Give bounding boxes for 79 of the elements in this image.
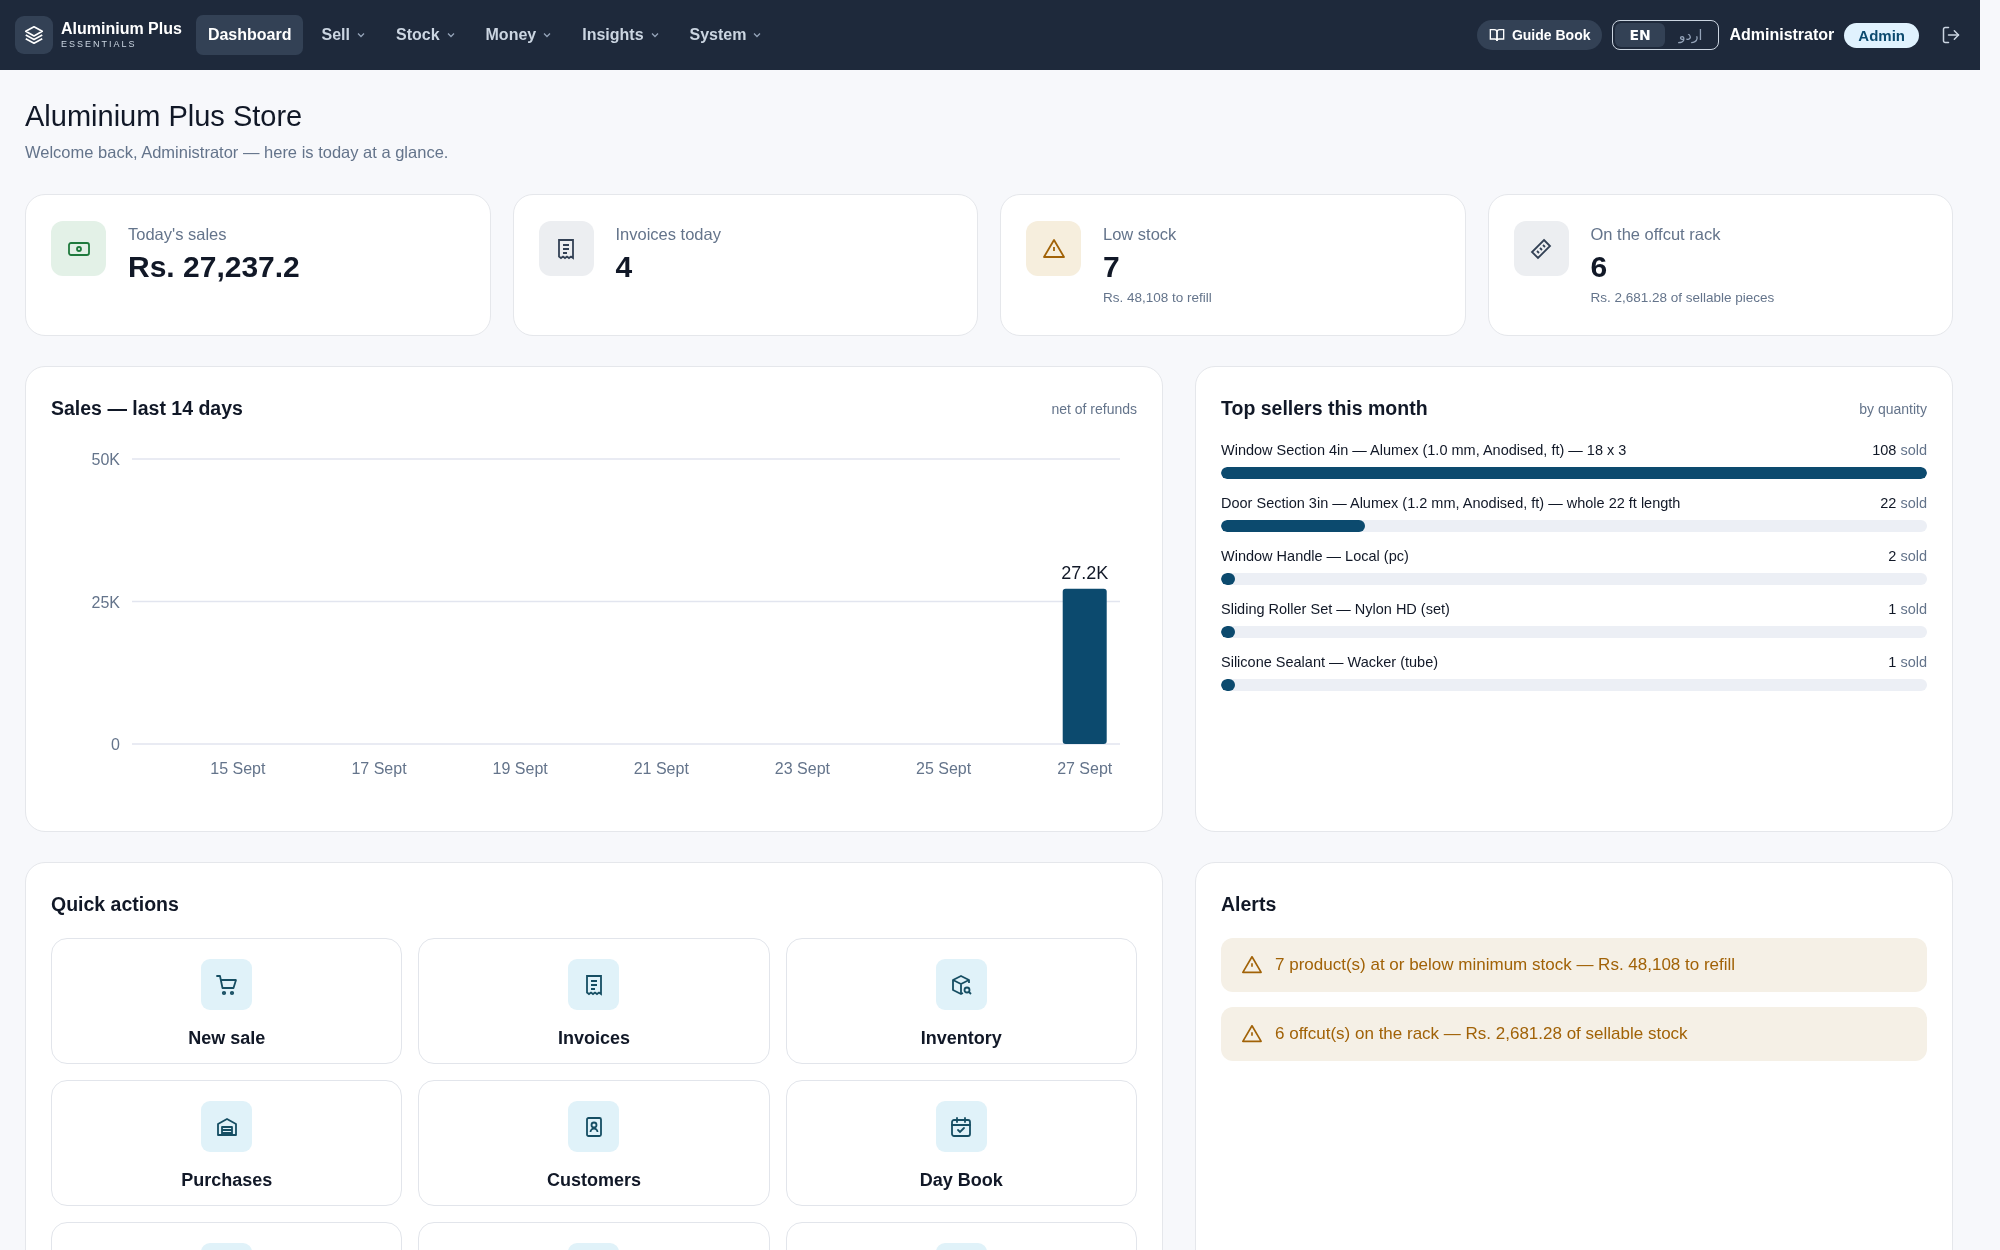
warning-icon	[1241, 954, 1263, 976]
receipt-icon	[568, 959, 620, 1010]
stat-label: Today's sales	[128, 225, 228, 244]
banknote-icon	[51, 221, 106, 276]
product-name: Sliding Roller Set — Nylon HD (set)	[1221, 601, 1450, 617]
alert-text: 7 product(s) at or below minimum stock — Rs. 48,108 to refill	[1275, 955, 1736, 975]
stat-value: Rs. 27,237.2	[128, 250, 300, 284]
stat-note: Rs. 2,681.28 of sellable pieces	[1590, 290, 1775, 305]
language-option[interactable]: اردو	[1664, 23, 1717, 47]
receipt-icon	[538, 221, 594, 276]
x-axis-label: 17 Sept	[351, 760, 407, 777]
quick-action-tile[interactable]: Customers	[418, 1080, 770, 1206]
ruler-icon	[1513, 221, 1569, 276]
nav-tab[interactable]: Dashboard	[195, 15, 304, 55]
card-title: Alerts	[1221, 893, 1277, 915]
card-note: by quantity	[1859, 400, 1927, 417]
nav-tab[interactable]: System	[677, 15, 775, 55]
y-axis-label: 0	[111, 736, 120, 753]
chevron-down-icon	[355, 30, 366, 40]
chevron-down-icon	[542, 30, 553, 40]
cart-icon	[201, 959, 253, 1010]
brand-name: Aluminium Plus	[61, 21, 182, 37]
product-name: Window Section 4in — Alumex (1.0 mm, Anodised, ft) — 18 x 3	[1221, 442, 1627, 458]
product-name: Window Handle — Local (pc)	[1221, 548, 1409, 564]
x-axis-label: 15 Sept	[210, 760, 266, 777]
stat-label: Invoices today	[615, 225, 721, 244]
product-name: Silicone Sealant — Wacker (tube)	[1221, 654, 1439, 670]
warehouse-icon	[201, 1101, 253, 1152]
stat-value: 6	[1590, 250, 1609, 284]
quick-action-tile[interactable]: Purchases	[51, 1080, 403, 1206]
brand-tagline: ESSENTIALS	[61, 40, 138, 49]
stat-value: 7	[1103, 250, 1121, 284]
quick-action-tile[interactable]: Day Book	[785, 1080, 1137, 1206]
contact-book-icon	[568, 1101, 620, 1152]
x-axis-label: 21 Sept	[633, 760, 689, 777]
language-option[interactable]: EN	[1615, 23, 1665, 47]
book-icon	[1488, 27, 1505, 43]
y-axis-label: 50K	[91, 451, 120, 468]
nav-tab[interactable]: Sell	[309, 15, 378, 55]
card-note: net of refunds	[1051, 400, 1137, 417]
stat-value: 4	[615, 250, 634, 284]
product-name: Door Section 3in — Alumex (1.2 mm, Anodised, ft) — whole 22 ft length	[1221, 495, 1681, 511]
warning-icon	[1026, 221, 1081, 276]
nav-tab[interactable]: Stock	[383, 15, 468, 55]
sold-count: 108 sold	[1872, 442, 1927, 458]
chevron-down-icon	[752, 30, 763, 40]
x-axis-label: 27 Sept	[1057, 760, 1113, 777]
layers-icon	[15, 16, 53, 54]
card-title: Top sellers this month	[1221, 397, 1428, 420]
chevron-down-icon	[445, 30, 456, 40]
guide-book-button[interactable]: Guide Book	[1476, 20, 1603, 50]
package-search-icon	[935, 959, 987, 1010]
page-subtitle: Welcome back, Administrator — here is today at a glance.	[25, 143, 450, 162]
sold-count: 1 sold	[1888, 601, 1927, 617]
page-title: Aluminium Plus Store	[25, 100, 304, 133]
y-axis-label: 25K	[91, 593, 120, 611]
chevron-down-icon	[649, 30, 660, 40]
quick-action-tile[interactable]: New sale	[51, 938, 403, 1064]
nav-tab[interactable]: Money	[473, 15, 565, 55]
alert-text: 6 offcut(s) on the rack — Rs. 2,681.28 of sellable stock	[1275, 1024, 1688, 1044]
sold-count: 2 sold	[1888, 548, 1927, 564]
card-title: Quick actions	[51, 893, 179, 915]
x-axis-label: 19 Sept	[492, 760, 548, 777]
sold-count: 1 sold	[1888, 654, 1927, 670]
warning-icon	[1241, 1023, 1263, 1045]
quick-action-tile[interactable]: Inventory	[785, 938, 1137, 1064]
bar-value-label: 27.2K	[1061, 562, 1109, 583]
stat-label: Low stock	[1103, 225, 1178, 244]
stat-note: Rs. 48,108 to refill	[1103, 290, 1212, 305]
sold-count: 22 sold	[1880, 495, 1927, 511]
user-name: Administrator	[1729, 26, 1835, 44]
role-badge: Admin	[1844, 22, 1919, 48]
x-axis-label: 23 Sept	[774, 760, 830, 777]
nav-tab[interactable]: Insights	[570, 15, 672, 55]
stat-label: On the offcut rack	[1590, 225, 1722, 244]
quick-action-tile[interactable]: Invoices	[418, 938, 770, 1064]
calendar-check-icon	[935, 1101, 987, 1152]
x-axis-label: 25 Sept	[916, 760, 972, 777]
card-title: Sales — last 14 days	[51, 397, 243, 420]
